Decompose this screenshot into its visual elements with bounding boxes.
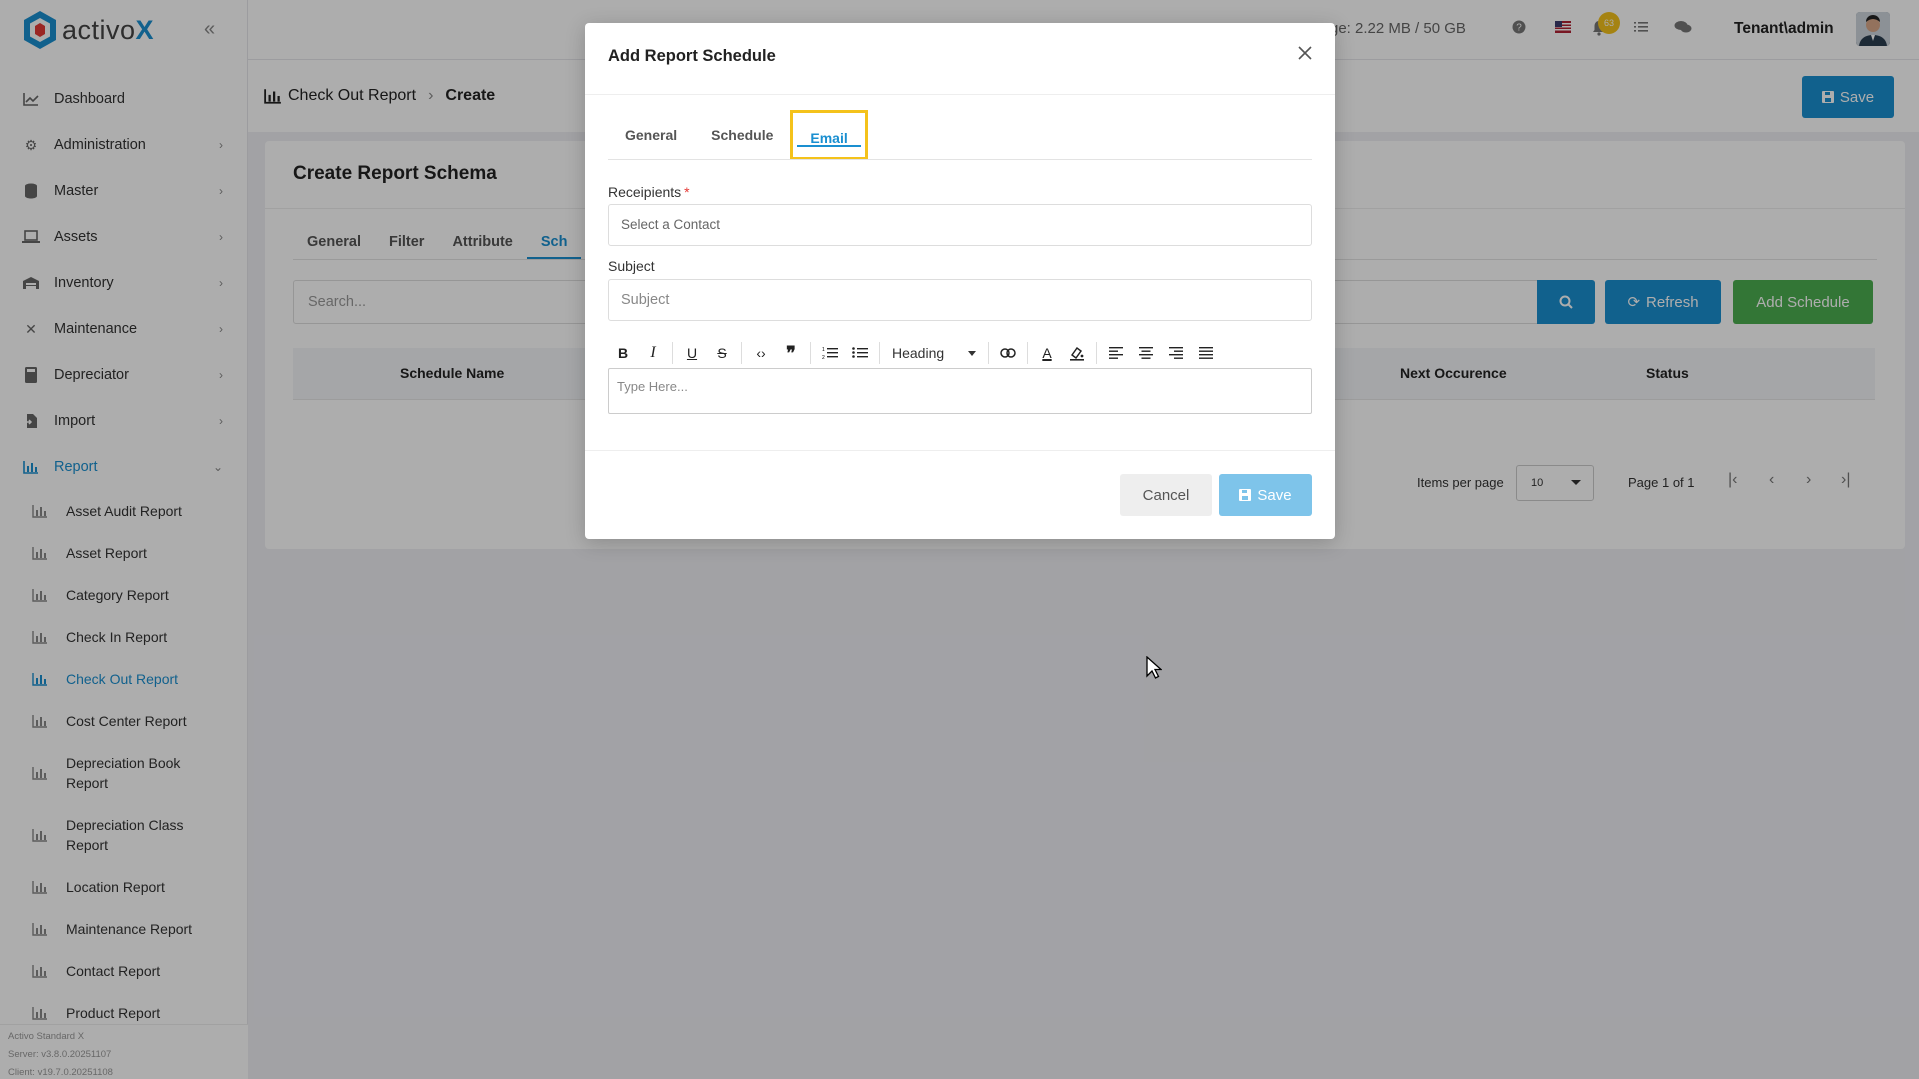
blockquote-icon[interactable]: ❞ <box>776 338 806 368</box>
italic-icon[interactable]: I <box>638 338 668 368</box>
modal-save-button[interactable]: Save <box>1219 474 1312 516</box>
divider <box>741 342 742 364</box>
modal-tabs: General Schedule Email <box>608 110 868 160</box>
bullet-list-icon[interactable] <box>845 338 875 368</box>
svg-text:2: 2 <box>822 355 825 360</box>
recipients-select[interactable]: Select a Contact <box>608 204 1312 246</box>
divider <box>879 342 880 364</box>
add-report-schedule-modal: Add Report Schedule General Schedule Ema… <box>585 23 1335 539</box>
required-marker: * <box>684 184 690 200</box>
highlight-color-icon[interactable] <box>1062 338 1092 368</box>
heading-select[interactable]: Heading <box>884 338 984 368</box>
divider <box>810 342 811 364</box>
divider <box>672 342 673 364</box>
heading-select-value: Heading <box>892 345 945 361</box>
align-right-icon[interactable] <box>1161 338 1191 368</box>
tab-schedule[interactable]: Schedule <box>694 110 790 160</box>
floppy-disk-icon <box>1239 489 1252 501</box>
close-icon[interactable] <box>1297 45 1315 63</box>
divider <box>585 94 1335 95</box>
divider <box>608 159 1312 160</box>
divider <box>1096 342 1097 364</box>
bold-icon[interactable]: B <box>608 338 638 368</box>
code-icon[interactable]: ‹› <box>746 338 776 368</box>
tab-email[interactable]: Email <box>790 110 868 160</box>
editor-toolbar: B I U S ‹› ❞ 12 Heading A <box>608 336 1312 370</box>
svg-text:1: 1 <box>822 347 825 353</box>
subject-label: Subject <box>608 258 655 274</box>
align-justify-icon[interactable] <box>1191 338 1221 368</box>
modal-title: Add Report Schedule <box>608 47 776 65</box>
divider <box>1027 342 1028 364</box>
modal-save-label: Save <box>1257 486 1292 504</box>
align-center-icon[interactable] <box>1131 338 1161 368</box>
strikethrough-icon[interactable]: S <box>707 338 737 368</box>
underline-icon[interactable]: U <box>677 338 707 368</box>
link-icon[interactable] <box>993 338 1023 368</box>
ordered-list-icon[interactable]: 12 <box>815 338 845 368</box>
divider <box>988 342 989 364</box>
divider <box>585 450 1335 451</box>
tab-general[interactable]: General <box>608 110 694 160</box>
cancel-button[interactable]: Cancel <box>1120 474 1212 516</box>
recipients-label: Receipients * <box>608 184 690 200</box>
subject-input[interactable]: Subject <box>608 279 1312 321</box>
email-body-editor[interactable]: Type Here... <box>608 368 1312 414</box>
mouse-cursor-icon <box>1146 656 1162 679</box>
align-left-icon[interactable] <box>1101 338 1131 368</box>
text-color-icon[interactable]: A <box>1032 338 1062 368</box>
caret-down-icon <box>968 351 976 356</box>
recipients-label-text: Receipients <box>608 184 682 200</box>
